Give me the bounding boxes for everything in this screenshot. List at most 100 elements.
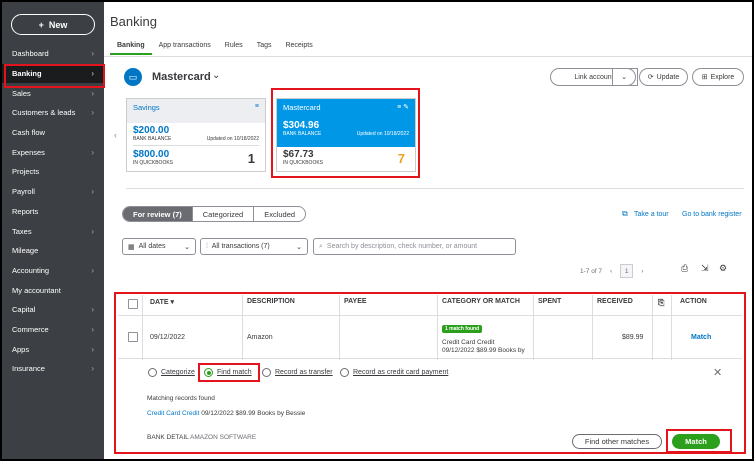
chevron-down-icon: ⌄ (184, 243, 190, 251)
sidebar-item-label: Insurance (12, 364, 45, 374)
sidebar-item-cash-flow[interactable]: Cash flow (2, 123, 104, 143)
new-button[interactable]: + New (11, 14, 95, 35)
record-cc-payment-label: Record as credit card payment (353, 369, 449, 376)
date-header[interactable]: DATE ▾ (150, 298, 174, 306)
sidebar-item-commerce[interactable]: Commerce › (2, 320, 104, 340)
find-match-option[interactable]: Find match (204, 368, 252, 377)
dates-dropdown[interactable]: ▦ All dates ⌄ (122, 238, 196, 255)
sidebar-item-accounting[interactable]: Accounting › (2, 261, 104, 281)
bank-detail-value: AMAZON SOFTWARE (190, 434, 257, 441)
sidebar: + New Dashboard › Banking › Sales › Customers … (2, 2, 105, 459)
mastercard-card[interactable]: Mastercard ≡ ✎ $304.96 BANK BALANCE Upda… (276, 98, 416, 172)
close-icon[interactable]: ✕ (713, 366, 722, 379)
transactions-dropdown[interactable]: ⫶ All transactions (7) ⌄ (200, 238, 308, 255)
account-name[interactable]: Mastercard (152, 71, 211, 83)
sidebar-item-sales[interactable]: Sales › (2, 83, 104, 103)
spent-header[interactable]: SPENT (538, 298, 561, 305)
row-checkbox[interactable] (128, 332, 138, 342)
sidebar-item-taxes[interactable]: Taxes › (2, 221, 104, 241)
tab-banking[interactable]: Banking (110, 42, 152, 55)
select-all-checkbox[interactable] (128, 299, 138, 309)
sidebar-item-insurance[interactable]: Insurance › (2, 359, 104, 379)
row-date: 09/12/2022 (150, 334, 186, 341)
tab-excluded[interactable]: Excluded (254, 207, 305, 221)
chevron-right-icon: › (91, 364, 94, 374)
pager-range: 1-7 of 7 (580, 267, 603, 275)
divider (126, 188, 744, 189)
categorize-label: Categorize (161, 369, 195, 376)
chevron-down-icon: ⌄ (296, 243, 302, 251)
savings-qb-balance: $800.00 (133, 149, 170, 160)
sidebar-item-label: Taxes (12, 226, 32, 236)
grid-icon: ⊞ (701, 74, 708, 81)
link-account-dropdown[interactable]: ⌄ (612, 68, 636, 86)
tab-receipts[interactable]: Receipts (278, 42, 319, 55)
sidebar-item-my-accountant[interactable]: My accountant (2, 280, 104, 300)
page-number[interactable]: 1 (620, 264, 634, 278)
chevron-left-icon[interactable]: ‹ (610, 268, 612, 275)
link-account-label: Link account (574, 73, 614, 81)
update-label: Update (656, 73, 680, 81)
sidebar-item-label: Cash flow (12, 128, 45, 138)
categorize-option[interactable]: Categorize (148, 368, 195, 377)
find-match-label: Find match (217, 369, 252, 376)
tab-categorized[interactable]: Categorized (193, 207, 255, 221)
received-header[interactable]: RECEIVED (597, 298, 633, 305)
update-button[interactable]: ⟳ Update (639, 68, 688, 86)
find-other-matches-button[interactable]: Find other matches (572, 434, 662, 449)
category-header[interactable]: CATEGORY OR MATCH (442, 298, 520, 305)
row-match-link[interactable]: Match (691, 334, 711, 341)
explore-button[interactable]: ⊞ Explore (692, 68, 744, 86)
chevron-left-icon[interactable]: ‹ (114, 130, 117, 140)
tab-app-transactions[interactable]: App transactions (152, 42, 218, 55)
savings-card[interactable]: Savings ≡ $200.00 BANK BALANCE Updated o… (126, 98, 266, 172)
record-cc-payment-option[interactable]: Record as credit card payment (340, 368, 448, 377)
sidebar-item-mileage[interactable]: Mileage (2, 241, 104, 261)
record-transfer-option[interactable]: Record as transfer (262, 368, 333, 377)
description-header[interactable]: DESCRIPTION (247, 298, 295, 305)
record-transfer-label: Record as transfer (275, 369, 333, 376)
sidebar-item-projects[interactable]: Projects (2, 162, 104, 182)
mastercard-bank-balance: $304.96 (283, 120, 320, 131)
payee-header[interactable]: PAYEE (344, 298, 367, 305)
print-icon[interactable]: ⎙ (681, 263, 688, 274)
tab-rules[interactable]: Rules (218, 42, 250, 55)
sidebar-item-customers-leads[interactable]: Customers & leads › (2, 103, 104, 123)
sidebar-item-payroll[interactable]: Payroll › (2, 182, 104, 202)
chevron-right-icon: › (91, 226, 94, 236)
tab-for-review[interactable]: For review (7) (123, 207, 193, 221)
chevron-right-icon: › (91, 324, 94, 334)
savings-bank-balance: $200.00 (133, 125, 170, 136)
search-input[interactable]: ⌕ Search by description, check number, o… (313, 238, 516, 255)
tab-tags[interactable]: Tags (250, 42, 279, 55)
sidebar-item-label: Commerce (12, 324, 49, 334)
sidebar-item-label: My accountant (12, 285, 61, 295)
mastercard-card-title: Mastercard (283, 103, 321, 112)
chevron-right-icon: › (91, 344, 94, 354)
go-to-bank-register-link[interactable]: Go to bank register (682, 211, 742, 218)
sidebar-item-label: Projects (12, 167, 40, 177)
match-button[interactable]: Match (672, 434, 720, 449)
search-placeholder: Search by description, check number, or … (326, 243, 478, 250)
sidebar-item-expenses[interactable]: Expenses › (2, 142, 104, 162)
calendar-icon: ▦ (128, 243, 135, 251)
export-icon[interactable]: ⇲ (701, 263, 709, 274)
chevron-down-icon[interactable]: ⌄ (212, 70, 220, 81)
bank-icon: ≡ (254, 103, 259, 110)
gear-icon[interactable]: ⚙ (719, 263, 727, 274)
review-tabs: For review (7) Categorized Excluded (122, 206, 307, 222)
matching-record-link[interactable]: Credit Card Credit (147, 410, 199, 417)
sidebar-item-apps[interactable]: Apps › (2, 339, 104, 359)
sidebar-item-banking[interactable]: Banking › (2, 63, 105, 88)
matching-record: Credit Card Credit 09/12/2022 $89.99 Boo… (147, 410, 305, 417)
chevron-right-icon[interactable]: › (641, 268, 643, 275)
pencil-icon[interactable]: ≡ ✎ (397, 103, 409, 112)
sidebar-item-label: Reports (12, 206, 39, 216)
savings-count: 1 (247, 151, 255, 166)
take-tour-link[interactable]: Take a tour (634, 211, 669, 218)
sidebar-item-dashboard[interactable]: Dashboard › (2, 44, 104, 64)
row-description: Amazon (247, 334, 273, 341)
mastercard-updated: Updated on 10/18/2022 (356, 131, 409, 137)
sidebar-item-capital[interactable]: Capital › (2, 300, 104, 320)
sidebar-item-reports[interactable]: Reports (2, 202, 104, 222)
